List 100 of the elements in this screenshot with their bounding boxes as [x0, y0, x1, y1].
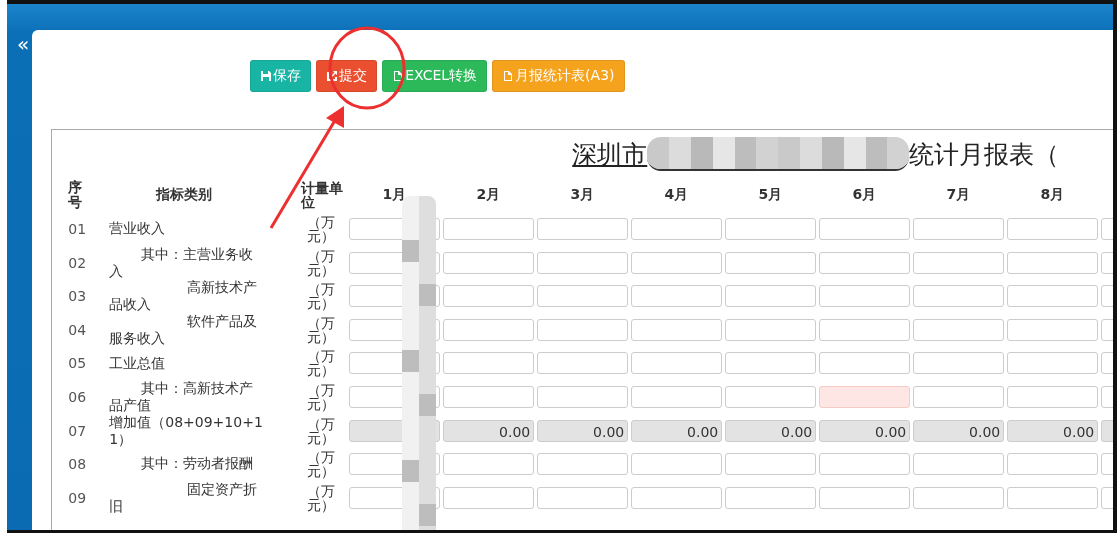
input-field[interactable] — [631, 452, 723, 475]
input-field[interactable]: 0.00 — [537, 419, 629, 442]
row-number: 05 — [68, 355, 87, 372]
input-field[interactable] — [819, 385, 911, 408]
input-field[interactable] — [631, 318, 723, 341]
row-number: 03 — [68, 288, 87, 305]
input-field[interactable] — [631, 486, 723, 509]
input-field[interactable] — [1007, 217, 1099, 240]
input-field[interactable] — [1007, 352, 1099, 375]
input-field[interactable] — [443, 352, 535, 375]
column-header: 6月 — [852, 186, 877, 204]
unit-label: （万元） — [306, 248, 337, 277]
input-field[interactable] — [631, 251, 723, 274]
input-field[interactable] — [913, 352, 1005, 375]
column-header: 计量单位 — [299, 181, 345, 209]
input-field[interactable] — [725, 318, 817, 341]
input-field[interactable] — [913, 251, 1005, 274]
column-header: 指标类别 — [154, 186, 214, 204]
input-field[interactable] — [631, 217, 723, 240]
unit-label: （万元） — [306, 449, 337, 478]
input-field[interactable] — [725, 352, 817, 375]
input-field[interactable] — [913, 452, 1005, 475]
input-field[interactable] — [631, 285, 723, 308]
input-field[interactable] — [1007, 251, 1099, 274]
input-field[interactable]: 0.00 — [913, 419, 1005, 442]
input-field[interactable]: 0.00 — [631, 419, 723, 442]
input-field[interactable] — [1007, 452, 1099, 475]
input-field[interactable] — [537, 217, 629, 240]
indicator-label: 工业总值 — [109, 354, 167, 372]
unit-label: （万元） — [306, 382, 337, 411]
row-number: 09 — [68, 489, 87, 506]
indicator-label: 其中：高新技术产品产值 — [109, 379, 255, 414]
collapse-toggle[interactable]: « — [17, 34, 30, 56]
input-field[interactable]: 0.00 — [1007, 419, 1099, 442]
input-field[interactable] — [1007, 486, 1099, 509]
input-field[interactable] — [725, 452, 817, 475]
row-number: 06 — [68, 388, 87, 405]
column-header: 5月 — [758, 186, 783, 204]
input-field[interactable] — [725, 251, 817, 274]
unit-label: （万元） — [306, 282, 337, 311]
input-field[interactable] — [443, 385, 535, 408]
input-field[interactable] — [819, 352, 911, 375]
input-field[interactable] — [631, 352, 723, 375]
input-field[interactable] — [913, 385, 1005, 408]
input-field[interactable]: 0.00 — [443, 419, 535, 442]
input-field[interactable] — [537, 352, 629, 375]
indicator-label: 其中：主营业务收入 — [109, 245, 255, 280]
input-field[interactable] — [537, 486, 629, 509]
report-title-start: 深圳市 — [572, 138, 648, 171]
unit-label: （万元） — [306, 416, 337, 445]
input-field[interactable] — [537, 385, 629, 408]
input-field[interactable] — [819, 285, 911, 308]
row-number: 07 — [68, 422, 87, 439]
input-field[interactable]: 0.00 — [819, 419, 911, 442]
indicator-label: 固定资产折旧 — [109, 480, 259, 515]
input-field[interactable] — [443, 251, 535, 274]
input-field[interactable] — [443, 217, 535, 240]
indicator-label: 增加值（08+09+10+11） — [109, 413, 264, 448]
input-field[interactable] — [913, 318, 1005, 341]
column-header: 8月 — [1040, 186, 1065, 204]
row-number: 01 — [68, 220, 87, 237]
input-field[interactable] — [631, 385, 723, 408]
indicator-label: 营业收入 — [109, 220, 167, 238]
input-field[interactable] — [443, 452, 535, 475]
input-field[interactable] — [819, 318, 911, 341]
row-number: 02 — [68, 254, 87, 271]
input-field[interactable] — [1007, 285, 1099, 308]
input-field[interactable] — [537, 452, 629, 475]
unit-label: （万元） — [306, 315, 337, 344]
input-field[interactable] — [537, 318, 629, 341]
save-icon — [260, 70, 273, 82]
column-header: 1月 — [382, 186, 407, 204]
indicator-label: 高新技术产品收入 — [109, 279, 259, 314]
input-field[interactable] — [1007, 385, 1099, 408]
input-field[interactable] — [819, 486, 911, 509]
unit-label: （万元） — [306, 214, 337, 243]
file-icon — [392, 70, 405, 82]
column-header: 3月 — [570, 186, 595, 204]
input-field[interactable] — [443, 285, 535, 308]
input-field[interactable] — [913, 486, 1005, 509]
unit-label: （万元） — [306, 483, 337, 512]
input-field[interactable] — [537, 285, 629, 308]
input-field[interactable] — [913, 217, 1005, 240]
input-field[interactable] — [443, 486, 535, 509]
submit-button[interactable]: 提交 — [316, 60, 378, 92]
input-field[interactable]: 0.00 — [725, 419, 817, 442]
input-field[interactable] — [725, 285, 817, 308]
input-field[interactable] — [537, 251, 629, 274]
input-field[interactable] — [819, 251, 911, 274]
row-number: 08 — [68, 455, 87, 472]
input-field[interactable] — [1007, 318, 1099, 341]
input-field[interactable] — [819, 217, 911, 240]
input-field[interactable] — [913, 285, 1005, 308]
input-field[interactable] — [725, 217, 817, 240]
input-field[interactable] — [443, 318, 535, 341]
indicator-label: 其中：劳动者报酬 — [140, 455, 255, 473]
file-icon — [502, 70, 515, 82]
input-field[interactable] — [819, 452, 911, 475]
input-field[interactable] — [725, 385, 817, 408]
input-field[interactable] — [725, 486, 817, 509]
